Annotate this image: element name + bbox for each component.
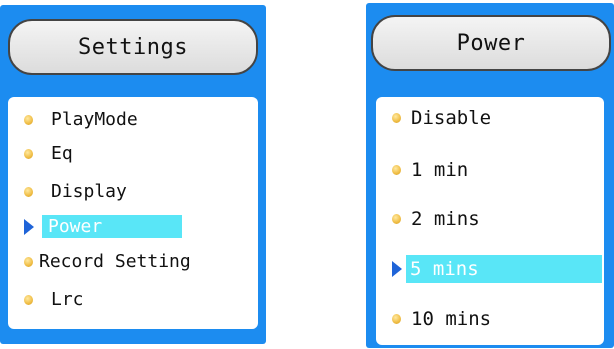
menu-item-label: 10 mins xyxy=(411,308,492,330)
menu-item-playmode[interactable]: PlayMode xyxy=(8,109,258,130)
menu-item-power[interactable]: Power xyxy=(8,215,258,238)
bullet-icon xyxy=(392,214,401,224)
selection-arrow-icon xyxy=(24,218,34,235)
menu-item-label: 5 mins xyxy=(406,255,602,283)
menu-item-10-mins[interactable]: 10 mins xyxy=(376,308,604,330)
menu-item-record-setting[interactable]: Record Setting xyxy=(8,251,258,272)
power-menu-panel: Disable 1 min 2 mins 5 mins 10 mins xyxy=(376,97,604,345)
menu-item-label: PlayMode xyxy=(51,109,138,130)
menu-item-2-mins[interactable]: 2 mins xyxy=(376,208,604,230)
bullet-icon xyxy=(24,186,33,197)
bullet-icon xyxy=(24,256,33,267)
menu-item-label: Eq xyxy=(51,143,73,164)
menu-item-5-mins[interactable]: 5 mins xyxy=(376,255,604,283)
bullet-icon xyxy=(392,314,401,324)
settings-screen: Settings PlayMode Eq Display Power Recor… xyxy=(0,5,266,344)
bullet-icon xyxy=(24,294,33,305)
menu-item-label: 2 mins xyxy=(411,208,480,230)
power-title: Power xyxy=(371,15,611,71)
menu-item-display[interactable]: Display xyxy=(8,181,258,202)
menu-item-disable[interactable]: Disable xyxy=(376,107,604,129)
bullet-icon xyxy=(392,165,401,175)
menu-item-eq[interactable]: Eq xyxy=(8,143,258,164)
menu-item-lrc[interactable]: Lrc xyxy=(8,289,258,310)
menu-item-1-min[interactable]: 1 min xyxy=(376,159,604,181)
selection-arrow-icon xyxy=(392,261,402,277)
menu-item-label: Record Setting xyxy=(39,251,191,272)
bullet-icon xyxy=(392,113,401,123)
settings-menu-panel: PlayMode Eq Display Power Record Setting… xyxy=(8,97,258,329)
menu-item-label: Display xyxy=(51,181,127,202)
power-screen: Power Disable 1 min 2 mins 5 mins 10 min… xyxy=(366,3,614,348)
menu-item-label: Disable xyxy=(411,107,492,129)
menu-item-label: 1 min xyxy=(411,159,469,181)
bullet-icon xyxy=(24,148,33,159)
settings-title: Settings xyxy=(8,19,258,75)
menu-item-label: Lrc xyxy=(51,289,84,310)
bullet-icon xyxy=(24,114,33,125)
menu-item-label: Power xyxy=(42,215,182,238)
